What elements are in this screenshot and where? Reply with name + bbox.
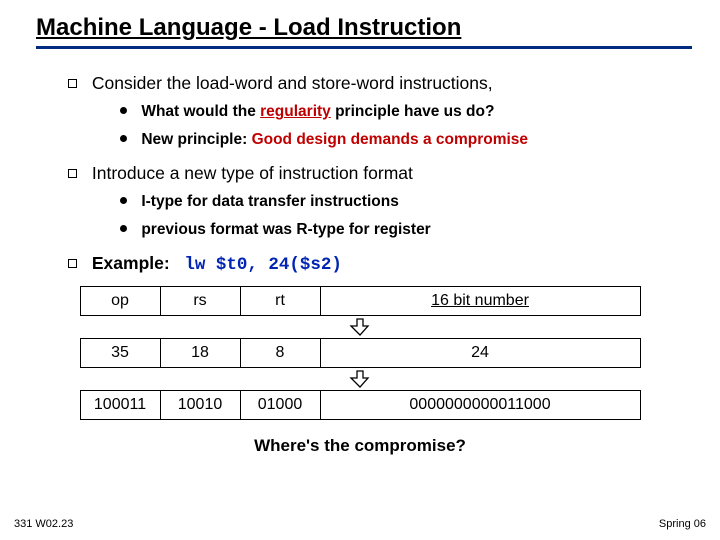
square-bullet-icon [68, 169, 77, 178]
bullet-1a-post: principle have us do? [331, 103, 495, 120]
bullet-3: Example: lw $t0, 24($s2) [68, 251, 692, 278]
dec-rt: 8 [240, 339, 320, 368]
arrow-down-icon [349, 370, 371, 388]
bullet-1b-red: Good design demands a compromise [252, 131, 528, 148]
table-row: 35 18 8 24 [80, 339, 640, 368]
example-label: Example: [92, 253, 170, 273]
bin-num: 0000000000011000 [320, 391, 640, 420]
hdr-rt: rt [240, 287, 320, 316]
dec-rs: 18 [160, 339, 240, 368]
table-row: 100011 10010 01000 0000000000011000 [80, 391, 640, 420]
bin-op: 100011 [80, 391, 160, 420]
bullet-1a: What would the regularity principle have… [120, 100, 692, 123]
instruction-table-decimal: 35 18 8 24 [80, 338, 641, 368]
dot-bullet-icon [120, 135, 127, 142]
bullet-1b: New principle: Good design demands a com… [120, 128, 692, 151]
bullet-1-text: Consider the load-word and store-word in… [92, 73, 493, 93]
bullet-2b-text: previous format was R-type for register [141, 221, 430, 238]
footer-right: Spring 06 [659, 518, 706, 530]
square-bullet-icon [68, 79, 77, 88]
dec-num: 24 [320, 339, 640, 368]
example-code: lw $t0, 24($s2) [184, 255, 342, 275]
bullet-2: Introduce a new type of instruction form… [68, 161, 692, 186]
footer-left: 331 W02.23 [14, 518, 73, 530]
bullet-2-text: Introduce a new type of instruction form… [92, 163, 413, 183]
bullet-1a-pre: What would the [141, 103, 260, 120]
table-row: op rs rt 16 bit number [80, 287, 640, 316]
instruction-table-header: op rs rt 16 bit number [80, 286, 641, 316]
bin-rs: 10010 [160, 391, 240, 420]
dot-bullet-icon [120, 197, 127, 204]
bullet-1a-red: regularity [260, 103, 331, 120]
arrow-down-icon [349, 318, 371, 336]
instruction-table-binary: 100011 10010 01000 0000000000011000 [80, 390, 641, 420]
hdr-rs: rs [160, 287, 240, 316]
bin-rt: 01000 [240, 391, 320, 420]
bullet-1: Consider the load-word and store-word in… [68, 71, 692, 96]
hdr-op: op [80, 287, 160, 316]
bullet-2a: I-type for data transfer instructions [120, 190, 692, 213]
bullet-2a-text: I-type for data transfer instructions [141, 193, 399, 210]
compromise-question: Where's the compromise? [28, 436, 692, 456]
bullet-2b: previous format was R-type for register [120, 218, 692, 241]
hdr-num: 16 bit number [320, 287, 640, 316]
slide-title: Machine Language - Load Instruction [36, 14, 692, 49]
bullet-1b-pre: New principle: [141, 131, 251, 148]
dec-op: 35 [80, 339, 160, 368]
dot-bullet-icon [120, 107, 127, 114]
dot-bullet-icon [120, 225, 127, 232]
square-bullet-icon [68, 259, 77, 268]
